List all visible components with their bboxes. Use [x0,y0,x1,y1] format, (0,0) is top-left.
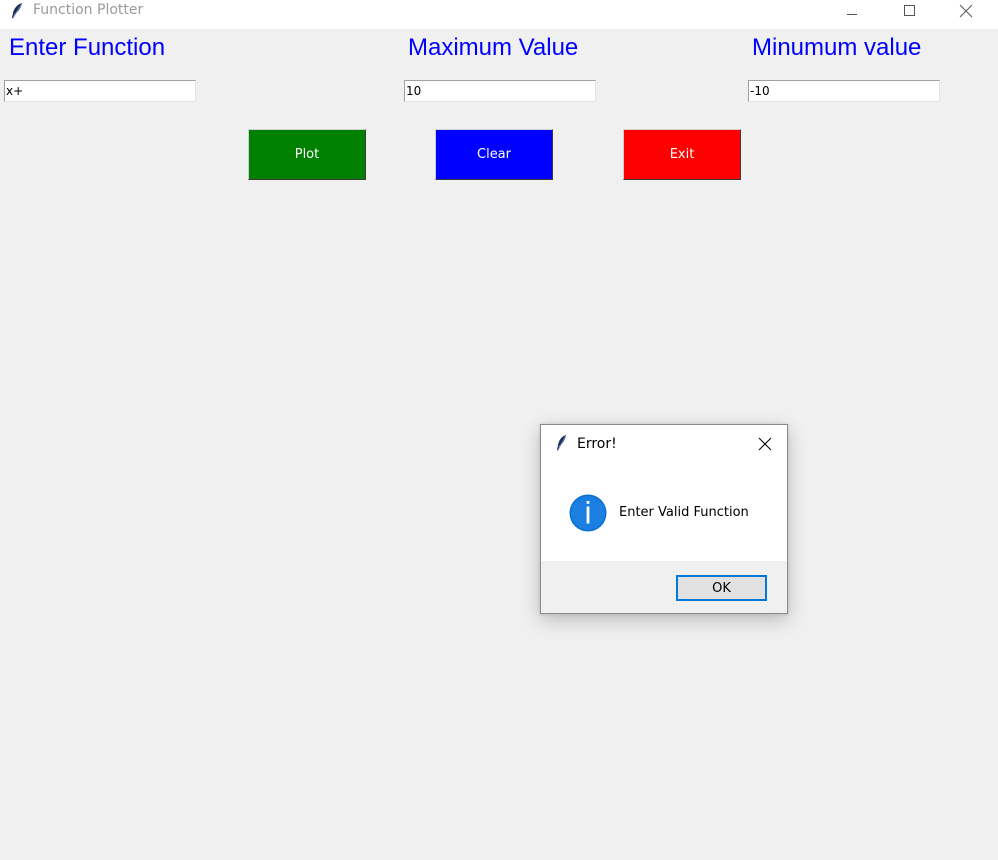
dialog-title: Error! [577,436,617,452]
plot-button[interactable]: Plot [248,129,366,180]
max-value-label: Maximum Value [408,34,579,61]
feather-icon [557,434,567,451]
function-input[interactable] [4,80,196,102]
clear-button[interactable]: Clear [435,129,553,180]
exit-button[interactable]: Exit [623,129,741,180]
dialog-title-bar: Error! [541,425,787,461]
minimize-icon [847,14,857,15]
maximize-icon [904,5,915,16]
function-plotter-window: Function Plotter Enter Function Maximum … [0,0,998,860]
error-dialog: Error! Enter Valid Function OK [540,424,788,614]
close-button[interactable] [943,0,989,22]
minimize-button[interactable] [829,0,875,22]
min-value-label: Minumum value [752,34,922,61]
dialog-message: Enter Valid Function [619,505,749,520]
info-icon [569,494,607,532]
close-icon [758,437,772,451]
function-label: Enter Function [9,34,166,61]
dialog-close-button[interactable] [753,433,777,455]
maximize-button[interactable] [886,0,932,22]
max-value-input[interactable] [404,80,596,102]
feather-icon [12,2,23,19]
window-title: Function Plotter [33,2,144,18]
ok-button[interactable]: OK [676,575,767,601]
dialog-footer: OK [541,561,787,613]
min-value-input[interactable] [748,80,940,102]
title-bar: Function Plotter [0,0,998,29]
close-icon [959,4,973,18]
